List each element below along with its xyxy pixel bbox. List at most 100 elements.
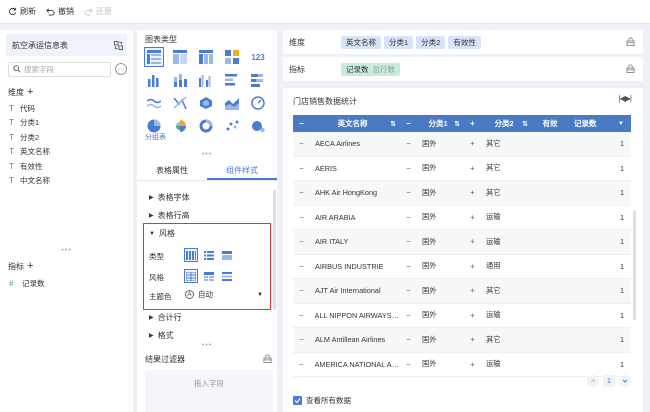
style-option-header[interactable] [202,269,216,283]
sort-desc-icon[interactable]: ▼ [618,121,624,127]
table-row[interactable]: − AIR ITALY − 国外 + 运输 1 [293,230,631,255]
dimension-item[interactable]: T 代码 [0,101,133,116]
table-row[interactable]: − AMERICA NATIONAL AIR... − 国外 + 运输 1 [293,353,631,377]
collapse-icon[interactable]: − [404,237,413,246]
collapse-icon[interactable]: − [297,188,306,197]
column-width-icon[interactable]: |◀▶| [619,94,633,103]
detail-table-chart-icon[interactable] [171,48,189,66]
prop-table-font[interactable]: ▶ 表格字体 [149,192,190,203]
table-row[interactable]: − AIR ARABIA − 国外 + 运输 1 [293,206,631,230]
style-option-striped[interactable] [220,269,234,283]
grouped-column-chart-icon[interactable] [197,71,215,89]
type-option-card[interactable] [220,248,234,262]
sort-icon[interactable]: ⇅ [454,120,460,128]
config-resize-handle[interactable]: ••• [137,151,277,158]
lock-icon[interactable] [626,37,635,46]
tab-table-properties[interactable]: 表格属性 [137,161,207,180]
collapse-icon[interactable]: − [297,164,306,173]
expand-all-icon[interactable]: + [468,119,477,128]
area-chart-icon[interactable] [223,94,241,112]
style-option-bordered[interactable] [184,269,198,283]
expand-icon[interactable]: + [468,188,477,197]
more-options-icon[interactable]: ··· [115,63,127,75]
add-measure-icon[interactable]: + [27,260,33,272]
current-page[interactable]: 1 [603,375,615,387]
prop-style-section[interactable]: ▼ 风格 [149,228,175,239]
view-all-data-checkbox[interactable]: 查看所有数据 [293,395,351,406]
search-input[interactable]: 搜索字段 [8,61,111,77]
header-validity[interactable]: 有效 [543,118,558,129]
prop-total-row[interactable]: ▶ 合计行 [149,312,182,323]
collapse-icon[interactable]: − [297,286,306,295]
collapse-icon[interactable]: − [297,360,306,369]
stacked-column-chart-icon[interactable] [171,71,189,89]
table-row[interactable]: − ALL NIPPON AIRWAYS C... − 国外 + 运输 1 [293,304,631,328]
collapse-icon[interactable]: − [404,139,413,148]
collapse-icon[interactable]: − [404,262,413,271]
lock-icon[interactable] [626,64,635,73]
expand-icon[interactable]: + [468,286,477,295]
collapse-icon[interactable]: − [297,262,306,271]
expand-icon[interactable]: + [468,139,477,148]
bubble-chart-icon[interactable] [249,117,267,135]
expand-icon[interactable]: + [468,262,477,271]
group-table-chart-icon[interactable]: 分组表 [144,47,164,67]
add-dimension-icon[interactable]: + [27,86,33,98]
type-option-grid[interactable] [184,248,198,262]
sort-icon[interactable]: ⇅ [522,120,528,128]
prop-format[interactable]: ▶ 格式 [149,330,174,341]
measure-pill[interactable]: 记录数 总行数 [341,62,400,76]
heat-table-chart-icon[interactable] [223,48,241,66]
collapse-icon[interactable]: − [297,311,306,320]
table-scrollbar[interactable] [633,210,636,320]
combo-chart-icon[interactable] [171,94,189,112]
column-chart-icon[interactable] [145,71,163,89]
config-scrollbar[interactable] [273,190,276,310]
shelf-pill[interactable]: 分类2 [416,35,446,49]
table-row[interactable]: − AJT Air International − 国外 + 其它 1 [293,279,631,304]
next-page-button[interactable] [619,375,631,387]
expand-icon[interactable]: + [468,237,477,246]
dimension-item[interactable]: T 分类2 [0,130,133,145]
table-row[interactable]: − AHK Air HongKong − 国外 + 其它 1 [293,181,631,206]
kpi-number-chart-icon[interactable]: 123 [249,48,267,66]
shelf-pill[interactable]: 分类1 [384,35,414,49]
switch-dataset-icon[interactable] [114,40,123,50]
collapse-icon[interactable]: − [404,311,413,320]
panel-resize-handle[interactable]: ••• [0,247,133,254]
stacked-bar-chart-icon[interactable] [249,71,267,89]
expand-icon[interactable]: + [468,164,477,173]
collapse-all-icon[interactable]: − [297,119,306,128]
scatter-chart-icon[interactable] [223,117,241,135]
redo-button[interactable]: 还原 [84,6,112,17]
header-record-count[interactable]: 记录数 [574,118,597,129]
filter-resize-handle[interactable]: ••• [137,342,277,349]
dimension-item[interactable]: T 分类1 [0,116,133,131]
expand-icon[interactable]: + [468,335,477,344]
collapse-icon[interactable]: − [404,213,413,222]
table-row[interactable]: − AIRBUS INDUSTRIE − 国外 + 通用 1 [293,255,631,279]
gauge-chart-icon[interactable] [249,94,267,112]
filter-drop-zone[interactable]: 拖入字段 [145,370,273,412]
collapse-icon[interactable]: − [297,237,306,246]
collapse-icon[interactable]: − [404,335,413,344]
dimension-item[interactable]: T 有效性 [0,159,133,174]
collapse-icon[interactable]: − [404,360,413,369]
sort-icon[interactable]: ⇅ [390,120,396,128]
expand-icon[interactable]: + [468,213,477,222]
header-category1[interactable]: 分类1 [428,118,447,129]
refresh-button[interactable]: 刷新 [8,6,36,17]
collapse-icon[interactable]: − [404,188,413,197]
collapse-icon[interactable]: − [297,213,306,222]
undo-button[interactable]: 撤销 [46,6,74,17]
lock-icon[interactable] [263,354,272,363]
measure-item[interactable]: # 记录数 [0,276,133,291]
expand-icon[interactable]: + [468,360,477,369]
collapse-icon[interactable]: − [297,139,306,148]
tab-component-style[interactable]: 组件样式 [207,161,277,180]
expand-icon[interactable]: + [468,311,477,320]
prop-table-row-height[interactable]: ▶ 表格行高 [149,210,190,221]
header-english-name[interactable]: 英文名称 [338,118,368,129]
shelf-pill[interactable]: 英文名称 [341,35,381,49]
collapse-icon[interactable]: − [404,286,413,295]
